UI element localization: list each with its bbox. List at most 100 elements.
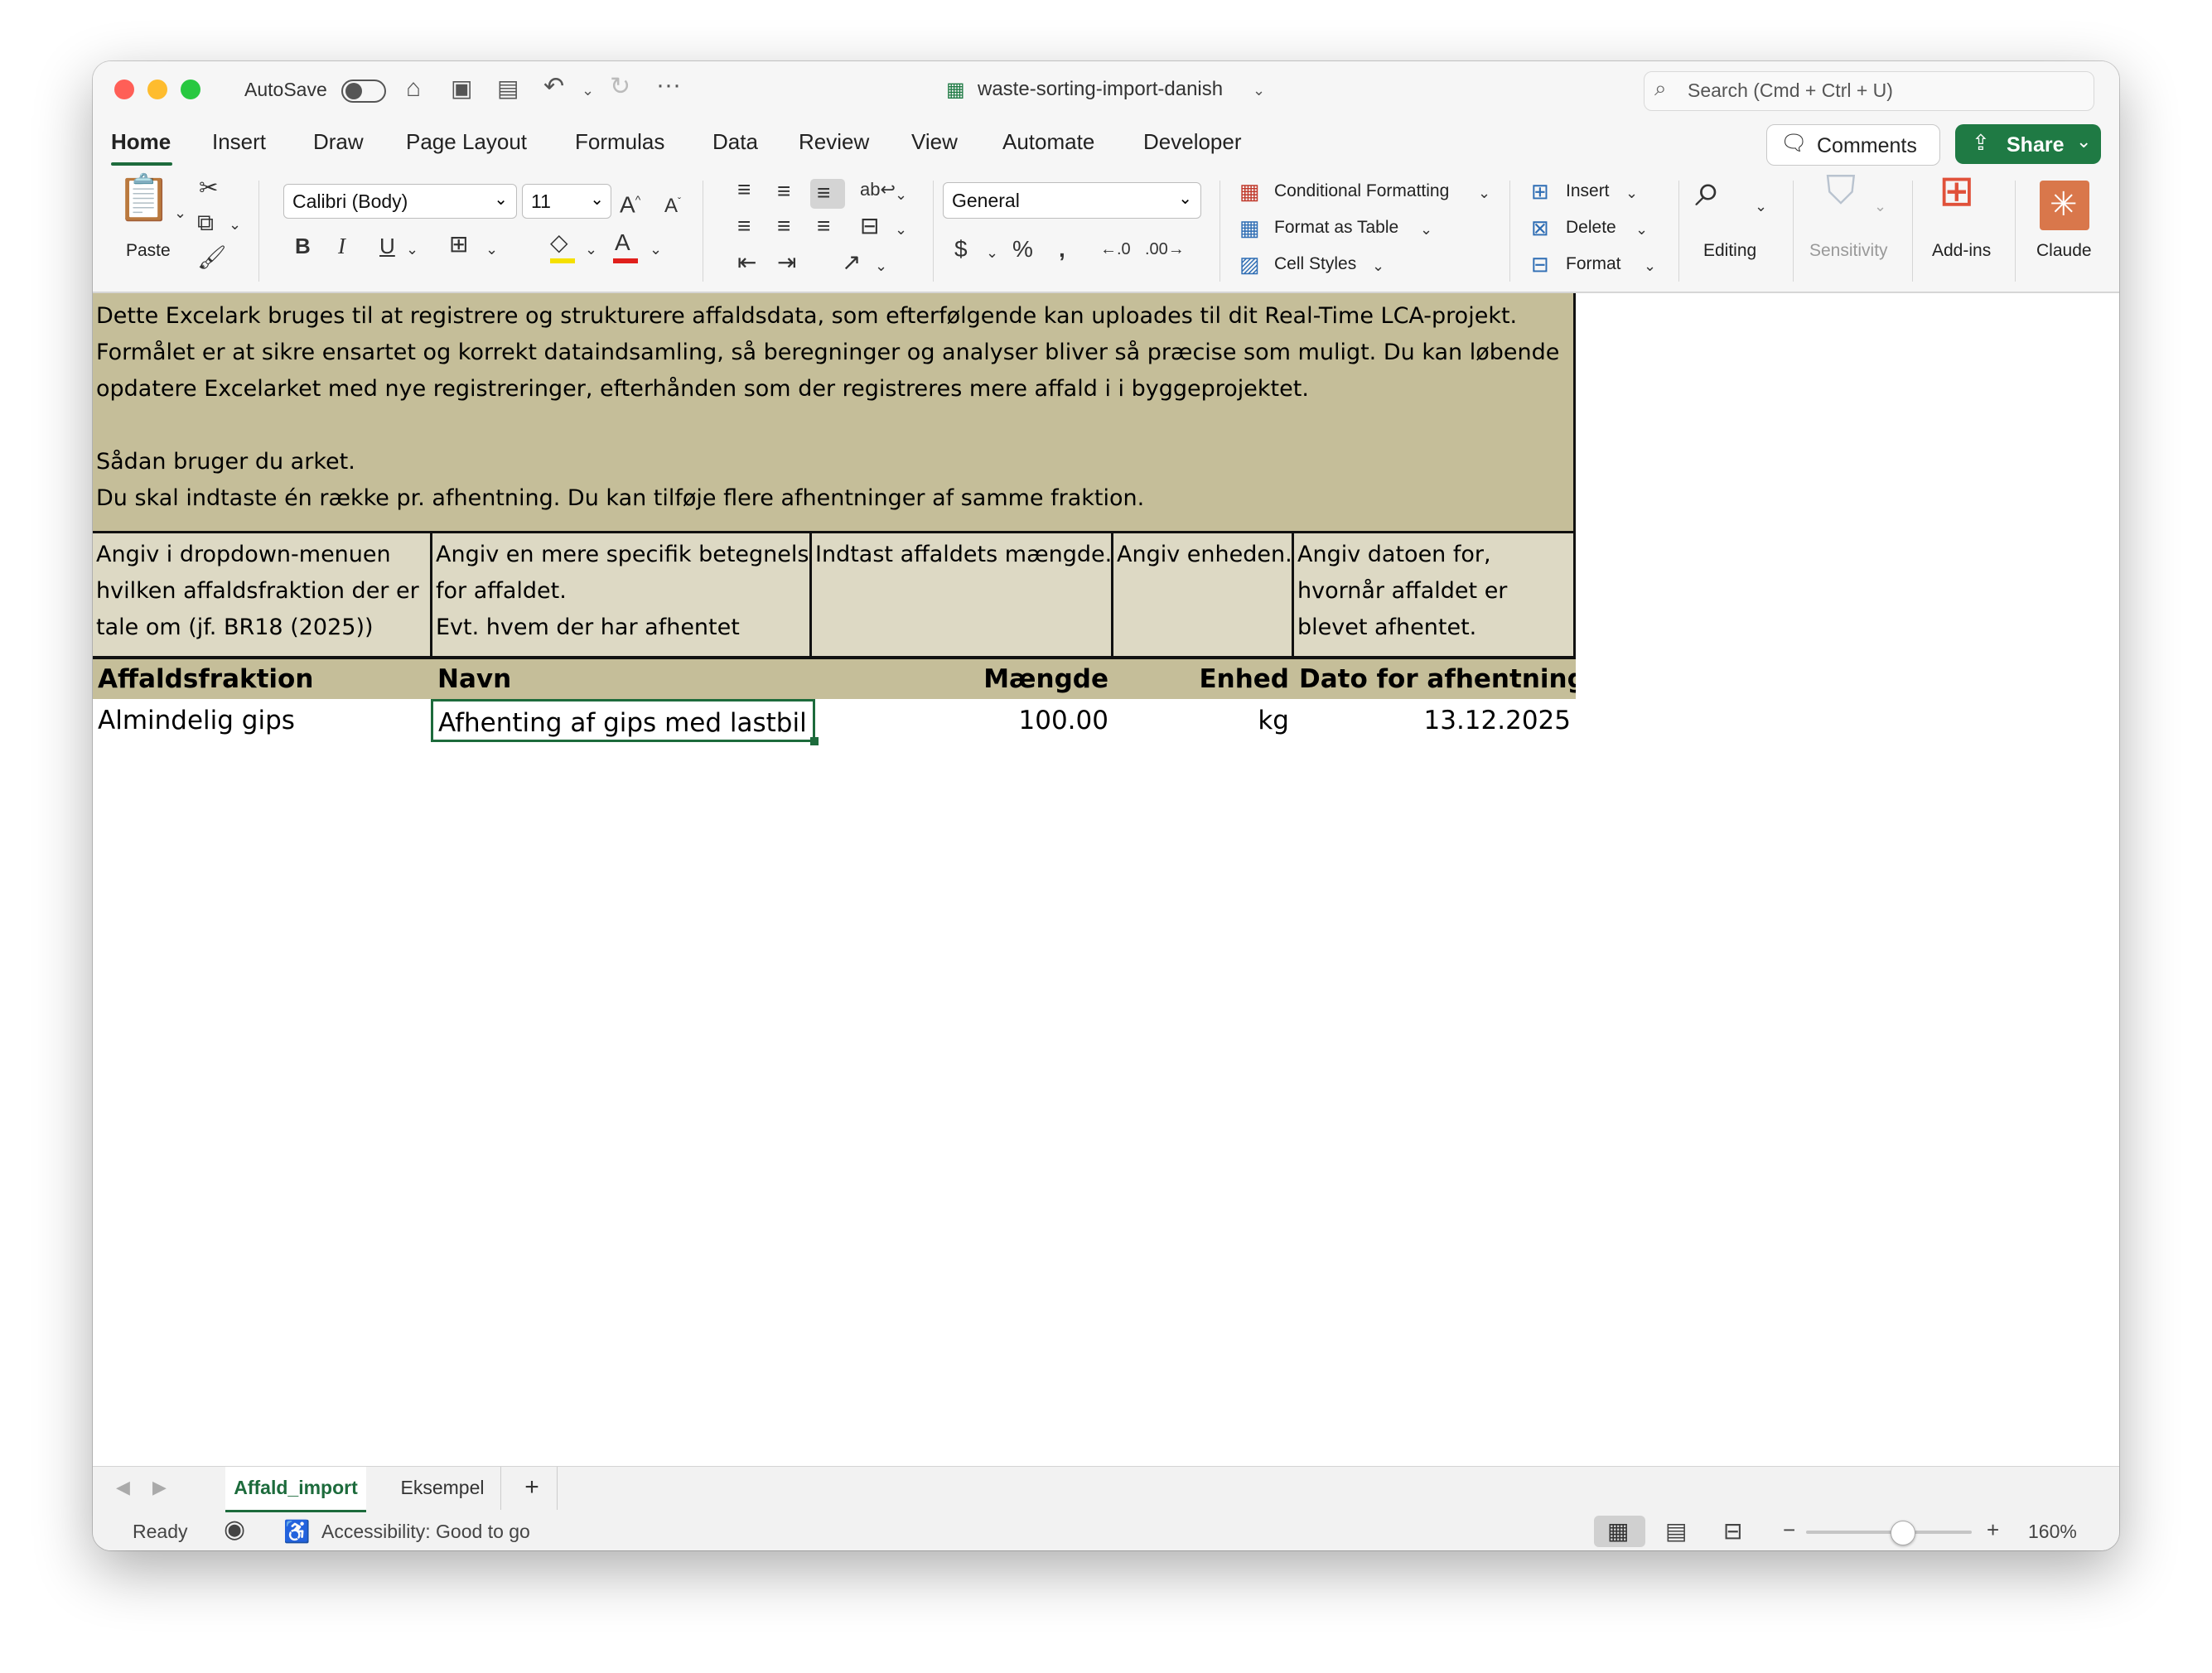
format-as-table-label[interactable]: Format as Table	[1274, 217, 1398, 239]
align-right-icon[interactable]: ≡	[817, 212, 830, 240]
increase-decimal-icon[interactable]: ←.0	[1100, 235, 1131, 263]
header-maengde[interactable]: Mængde	[812, 659, 1113, 699]
orientation-chevron-icon[interactable]: ⌄	[875, 252, 887, 280]
cell-styles-label[interactable]: Cell Styles	[1274, 253, 1356, 275]
file-name-chevron-icon[interactable]: ⌄	[1253, 76, 1265, 104]
borders-chevron-icon[interactable]: ⌄	[485, 235, 498, 263]
align-middle-icon[interactable]: ≡	[777, 177, 790, 205]
insert-cells-chevron-icon[interactable]: ⌄	[1625, 179, 1638, 207]
next-sheet-icon[interactable]: ▶	[152, 1473, 167, 1502]
zoom-slider-thumb[interactable]	[1891, 1521, 1915, 1545]
orientation-icon[interactable]: ↗	[842, 248, 861, 277]
search-box[interactable]: ⌕ Search (Cmd + Ctrl + U)	[1644, 71, 2094, 111]
tab-view[interactable]: View	[911, 128, 958, 156]
close-window-button[interactable]	[114, 80, 134, 99]
addins-icon[interactable]: ⊞	[1939, 170, 1975, 213]
zoom-level[interactable]: 160%	[2028, 1519, 2077, 1544]
tab-developer[interactable]: Developer	[1143, 128, 1242, 156]
zoom-out-icon[interactable]: −	[1783, 1517, 1795, 1542]
share-chevron-icon[interactable]: ⌄	[2076, 131, 2091, 152]
align-center-icon[interactable]: ≡	[777, 212, 790, 240]
font-color-icon[interactable]: A	[615, 229, 630, 257]
sheet-tab-affald-import[interactable]: Affald_import	[225, 1467, 366, 1512]
instruction-cell-maengde[interactable]: Indtast affaldets mængde.	[812, 533, 1113, 659]
font-size-select[interactable]: 11 ⌄	[522, 184, 611, 219]
tab-review[interactable]: Review	[799, 128, 869, 156]
format-cells-chevron-icon[interactable]: ⌄	[1644, 252, 1656, 280]
normal-view-button[interactable]: ▦	[1594, 1516, 1645, 1547]
zoom-window-button[interactable]	[181, 80, 200, 99]
table-cell[interactable]: 100.00	[812, 699, 1113, 742]
selected-cell[interactable]: Afhenting af gips med lastbil	[431, 699, 815, 742]
decrease-font-size-icon[interactable]: Aˇ	[664, 187, 681, 220]
merge-center-icon[interactable]: ⊟	[860, 212, 879, 240]
delete-cells-label[interactable]: Delete	[1566, 217, 1616, 239]
accessibility-status[interactable]: Accessibility: Good to go	[321, 1519, 530, 1544]
insert-cells-icon[interactable]: ⊞	[1531, 177, 1549, 205]
cut-icon[interactable]: ✂	[199, 174, 218, 202]
wrap-text-icon[interactable]: ab↩	[860, 176, 896, 204]
zoom-in-icon[interactable]: +	[1987, 1517, 1999, 1542]
font-color-chevron-icon[interactable]: ⌄	[650, 235, 662, 263]
fill-color-icon[interactable]: ◇	[550, 229, 568, 257]
cell-styles-chevron-icon[interactable]: ⌄	[1372, 252, 1384, 280]
sensitivity-label[interactable]: Sensitivity	[1809, 240, 1888, 262]
home-icon[interactable]: ⌂	[406, 75, 421, 103]
redo-icon[interactable]: ↻	[610, 73, 630, 101]
currency-chevron-icon[interactable]: ⌄	[986, 239, 998, 267]
sensitivity-icon[interactable]: ⛉	[1826, 171, 1856, 211]
instruction-cell-affaldsfraktion[interactable]: Angiv i dropdown-menuen hvilken affaldsf…	[93, 533, 432, 659]
underline-chevron-icon[interactable]: ⌄	[406, 235, 418, 263]
claude-label[interactable]: Claude	[2036, 240, 2092, 262]
tab-data[interactable]: Data	[712, 128, 758, 156]
increase-font-size-icon[interactable]: A^	[620, 186, 640, 219]
fill-color-chevron-icon[interactable]: ⌄	[585, 235, 597, 263]
currency-icon[interactable]: $	[954, 235, 968, 263]
underline-button[interactable]: U	[379, 232, 395, 260]
copy-chevron-icon[interactable]: ⌄	[229, 210, 241, 239]
conditional-formatting-icon[interactable]: ▦	[1239, 177, 1260, 205]
sensitivity-chevron-icon[interactable]: ⌄	[1874, 192, 1886, 220]
editing-chevron-icon[interactable]: ⌄	[1755, 192, 1767, 220]
percent-icon[interactable]: %	[1012, 235, 1033, 263]
conditional-formatting-label[interactable]: Conditional Formatting	[1274, 181, 1449, 202]
format-painter-icon[interactable]: 🖌	[197, 243, 227, 272]
undo-icon[interactable]: ↶	[543, 73, 564, 101]
page-break-view-icon[interactable]: ⊟	[1723, 1517, 1742, 1545]
merge-center-chevron-icon[interactable]: ⌄	[895, 215, 907, 243]
instruction-cell-dato[interactable]: Angiv datoen for, hvornår affaldet er bl…	[1294, 533, 1576, 659]
tab-home[interactable]: Home	[111, 128, 171, 156]
zoom-slider[interactable]	[1806, 1531, 1972, 1534]
save-icon[interactable]: ▣	[451, 75, 472, 103]
paste-chevron-icon[interactable]: ⌄	[174, 199, 186, 227]
accessibility-icon[interactable]: ♿	[283, 1517, 310, 1545]
borders-icon[interactable]: ⊞	[449, 230, 468, 258]
save-as-icon[interactable]: ▤	[497, 75, 519, 103]
bold-button[interactable]: B	[295, 232, 311, 260]
minimize-window-button[interactable]	[147, 80, 167, 99]
page-layout-view-icon[interactable]: ▤	[1665, 1517, 1687, 1545]
format-cells-icon[interactable]: ⊟	[1531, 250, 1549, 278]
comments-button[interactable]: 🗨 Comments	[1766, 124, 1940, 166]
delete-cells-icon[interactable]: ⊠	[1531, 214, 1549, 242]
instruction-cell-navn[interactable]: Angiv en mere specifik betegnelse for af…	[432, 533, 812, 659]
share-button[interactable]: ⇪ Share ⌄	[1955, 124, 2101, 164]
cell-styles-icon[interactable]: ▨	[1239, 250, 1260, 278]
tab-formulas[interactable]: Formulas	[575, 128, 664, 156]
tab-page-layout[interactable]: Page Layout	[406, 128, 527, 156]
table-cell[interactable]: Almindelig gips	[93, 699, 432, 742]
tab-insert[interactable]: Insert	[212, 128, 266, 156]
sheet-tab-eksempel[interactable]: Eksempel	[384, 1467, 501, 1510]
previous-sheet-icon[interactable]: ◀	[116, 1473, 130, 1502]
add-sheet-button[interactable]: +	[507, 1467, 558, 1510]
claude-icon[interactable]: ✳	[2040, 181, 2089, 230]
wrap-text-chevron-icon[interactable]: ⌄	[895, 181, 907, 209]
header-dato[interactable]: Dato for afhentning	[1294, 659, 1576, 699]
tab-automate[interactable]: Automate	[1002, 128, 1094, 156]
format-cells-label[interactable]: Format	[1566, 253, 1621, 275]
align-left-icon[interactable]: ≡	[737, 212, 751, 240]
worksheet-grid[interactable]: Dette Excelark bruges til at registrere …	[93, 293, 2119, 1468]
format-as-table-chevron-icon[interactable]: ⌄	[1420, 215, 1432, 243]
editing-label[interactable]: Editing	[1703, 240, 1756, 262]
decrease-indent-icon[interactable]: ⇤	[737, 248, 756, 277]
